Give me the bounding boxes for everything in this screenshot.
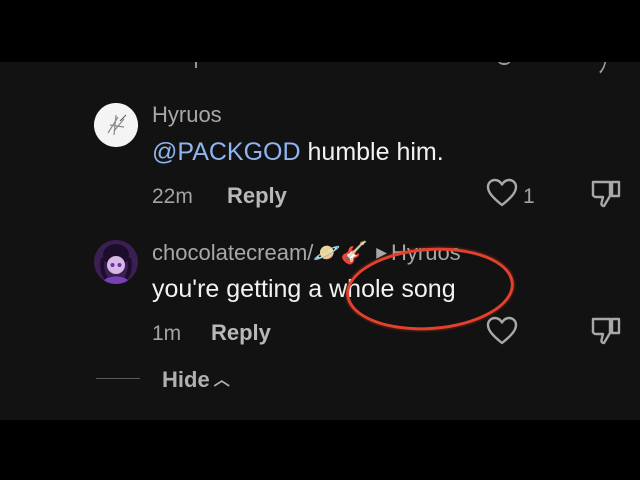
dislike-button[interactable] bbox=[590, 178, 622, 210]
reply-target-username[interactable]: Hyruos bbox=[391, 240, 461, 265]
heart-icon bbox=[486, 178, 518, 207]
comment-thread: ı ⌣ ﾉ Hyruos @PACKGOD humble him. 22m Re… bbox=[0, 62, 640, 420]
cut-off-dislike-icon: ﾉ bbox=[598, 62, 610, 78]
highlighted-phrase: whole song bbox=[329, 275, 456, 303]
comment-text: @PACKGOD humble him. bbox=[152, 138, 444, 167]
comment-body: humble him. bbox=[300, 138, 444, 166]
hide-replies-button[interactable]: Hide ︿ bbox=[162, 366, 230, 393]
heart-icon bbox=[486, 316, 518, 345]
thumbs-down-icon bbox=[591, 317, 621, 345]
reply-arrow-icon: ▶ bbox=[376, 244, 387, 260]
username-row: chocolatecream/🪐🎸 ▶ Hyruos bbox=[152, 240, 461, 266]
reply-button[interactable]: Reply bbox=[211, 320, 271, 346]
username[interactable]: chocolatecream/ bbox=[152, 240, 313, 265]
dislike-button[interactable] bbox=[590, 315, 622, 347]
mention-link[interactable]: @PACKGOD bbox=[152, 138, 301, 166]
like-button[interactable] bbox=[486, 178, 518, 208]
comment-body: you're getting a bbox=[152, 275, 330, 303]
cut-off-heart-icon: ⌣ bbox=[497, 62, 511, 74]
cut-off-previous-row: ı ⌣ ﾉ bbox=[0, 62, 640, 78]
avatar[interactable] bbox=[94, 240, 138, 284]
username-emoji: 🪐🎸 bbox=[313, 240, 369, 265]
purple-anime-avatar-icon bbox=[94, 240, 138, 284]
avatar[interactable] bbox=[94, 103, 138, 147]
hide-label: Hide bbox=[162, 367, 210, 392]
chevron-up-icon: ︿ bbox=[213, 372, 230, 389]
comment-text: you're getting a whole song bbox=[152, 275, 456, 304]
cut-off-text: ı bbox=[193, 62, 199, 74]
like-button[interactable] bbox=[486, 316, 518, 346]
divider bbox=[96, 378, 140, 379]
white-sketch-avatar-icon bbox=[94, 103, 138, 147]
thumbs-down-icon bbox=[591, 180, 621, 208]
reply-button[interactable]: Reply bbox=[227, 183, 287, 209]
timestamp: 1m bbox=[152, 322, 182, 345]
timestamp: 22m bbox=[152, 185, 193, 208]
like-count: 1 bbox=[523, 185, 535, 208]
username[interactable]: Hyruos bbox=[152, 102, 222, 128]
